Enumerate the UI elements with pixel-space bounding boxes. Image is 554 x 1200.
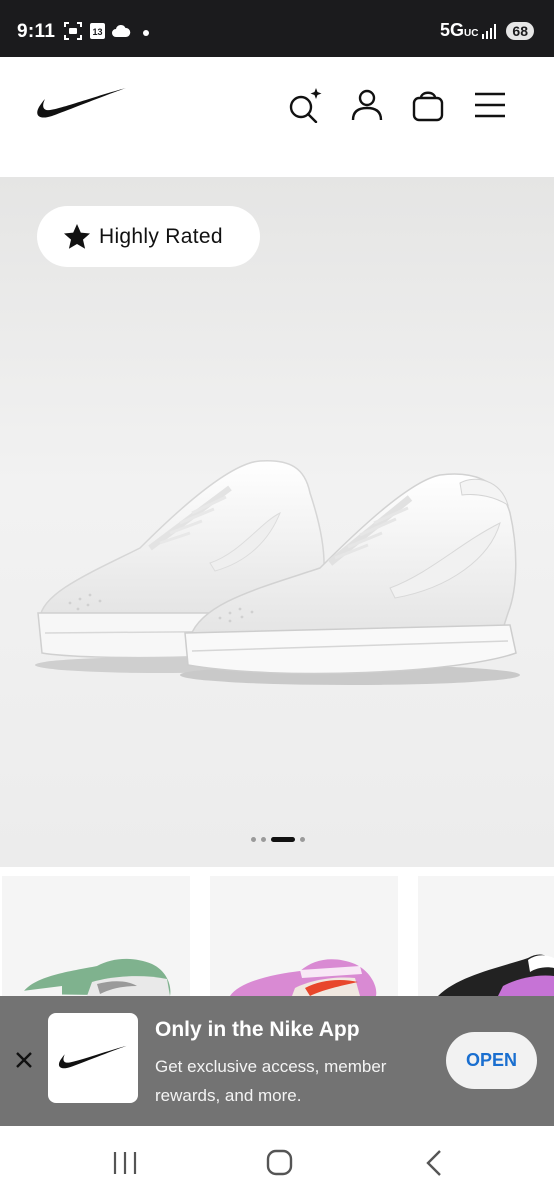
carousel-indicator[interactable]: [240, 831, 315, 847]
badge-label: Highly Rated: [99, 224, 223, 248]
product-hero-carousel[interactable]: Highly Rated: [0, 177, 554, 867]
thumbnail-image: [230, 959, 377, 996]
back-icon[interactable]: [418, 1148, 452, 1178]
cloud-icon: [112, 24, 131, 37]
dot-icon: [143, 30, 149, 36]
system-nav-bar: [0, 1126, 554, 1200]
colorway-thumbnails: [0, 876, 554, 996]
status-time: 9:11: [17, 21, 56, 42]
site-header: [0, 57, 554, 177]
menu-icon[interactable]: [472, 87, 508, 123]
app-promo-banner: Only in the Nike App Get exclusive acces…: [0, 996, 554, 1126]
recents-icon[interactable]: [108, 1148, 142, 1178]
carousel-dot[interactable]: [299, 836, 305, 842]
banner-description: Get exclusive access, member rewards, an…: [155, 1057, 387, 1105]
carousel-dot-active[interactable]: [270, 836, 295, 842]
thumbnail-image: [22, 958, 171, 996]
carousel-dot[interactable]: [250, 836, 256, 842]
colorway-thumbnail-green[interactable]: [2, 876, 190, 996]
bag-icon[interactable]: [410, 87, 446, 123]
colorway-thumbnail-purple[interactable]: [418, 876, 554, 996]
colorway-thumbnail-pink[interactable]: [210, 876, 398, 996]
account-icon[interactable]: [349, 87, 385, 123]
nike-app-icon[interactable]: [48, 1013, 138, 1103]
battery-icon: 68: [506, 21, 534, 40]
close-icon[interactable]: [13, 1049, 35, 1071]
signal-icon: [482, 23, 497, 39]
carousel-dot[interactable]: [260, 836, 266, 842]
network-type: 5GUC: [439, 20, 479, 40]
highly-rated-badge: Highly Rated: [37, 206, 260, 267]
banner-title: Only in the Nike App: [155, 1018, 360, 1041]
calendar-icon: 13: [90, 23, 105, 39]
nike-logo: [58, 1045, 127, 1069]
open-app-button[interactable]: OPEN: [446, 1032, 537, 1089]
nike-logo[interactable]: [36, 87, 128, 121]
product-image: [35, 459, 520, 685]
home-icon[interactable]: [262, 1148, 296, 1178]
star-icon: [64, 223, 90, 249]
ai-search-icon[interactable]: [286, 87, 322, 123]
screenshot-icon: [64, 22, 82, 40]
status-bar: 9:11 13 5GUC 68: [0, 0, 554, 57]
thumbnail-image: [438, 954, 554, 996]
